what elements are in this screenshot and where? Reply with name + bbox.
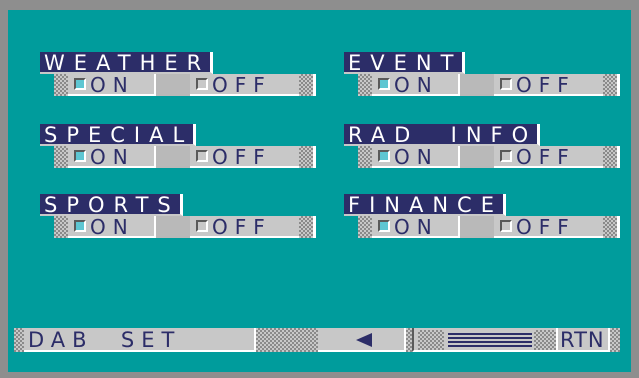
event-title: EVENT <box>344 52 466 74</box>
special-off-option[interactable]: OFF <box>190 146 302 168</box>
rad-info-toggle: ON OFF <box>358 146 620 168</box>
toggle-edge-left <box>358 146 372 168</box>
rad-info-off-option[interactable]: OFF <box>494 146 606 168</box>
sports-group: SPORTS ON OFF <box>40 194 330 264</box>
bottom-bar: DAB SET RTN <box>14 328 624 352</box>
slider-line <box>448 341 532 343</box>
dab-set-screen: WEATHER ON OFF EVENT ON OFF SPECIAL ON O… <box>8 10 631 372</box>
toggle-gap <box>156 146 190 168</box>
checkbox-empty-icon <box>500 220 512 232</box>
finance-title: FINANCE <box>344 194 506 216</box>
toggle-edge-left <box>54 74 68 96</box>
on-label: ON <box>90 145 135 169</box>
slider-end <box>534 330 556 350</box>
toggle-edge-right <box>299 146 316 168</box>
weather-group: WEATHER ON OFF <box>40 52 330 122</box>
toggle-edge-right <box>603 216 620 238</box>
weather-off-option[interactable]: OFF <box>190 74 302 96</box>
checkbox-empty-icon <box>196 220 208 232</box>
finance-group: FINANCE ON OFF <box>344 194 634 264</box>
slider-icon <box>448 333 532 335</box>
checkbox-empty-icon <box>196 150 208 162</box>
checkbox-checked-icon <box>74 150 86 162</box>
on-label: ON <box>90 215 135 239</box>
toggle-edge-right <box>299 216 316 238</box>
toggle-edge-right <box>603 74 620 96</box>
slider-line <box>448 337 532 339</box>
checkbox-checked-icon <box>74 220 86 232</box>
special-on-option[interactable]: ON <box>68 146 156 168</box>
event-on-option[interactable]: ON <box>372 74 460 96</box>
sports-toggle: ON OFF <box>54 216 316 238</box>
checkbox-empty-icon <box>500 150 512 162</box>
toggle-edge-right <box>603 146 620 168</box>
slider-line <box>448 345 532 347</box>
finance-toggle: ON OFF <box>358 216 620 238</box>
finance-off-option[interactable]: OFF <box>494 216 606 238</box>
special-group: SPECIAL ON OFF <box>40 124 330 194</box>
off-label: OFF <box>212 215 272 239</box>
return-button[interactable]: RTN <box>558 328 610 352</box>
sports-on-option[interactable]: ON <box>68 216 156 238</box>
off-label: OFF <box>212 145 272 169</box>
off-label: OFF <box>516 145 576 169</box>
sports-title: SPORTS <box>40 194 183 216</box>
finance-on-option[interactable]: ON <box>372 216 460 238</box>
checkbox-empty-icon <box>196 78 208 90</box>
special-title: SPECIAL <box>40 124 197 146</box>
rad-info-on-option[interactable]: ON <box>372 146 460 168</box>
bar-edge-right <box>610 328 620 352</box>
screen-title-panel: DAB SET <box>24 328 256 352</box>
level-slider[interactable] <box>412 328 558 352</box>
toggle-gap <box>460 146 494 168</box>
event-group: EVENT ON OFF <box>344 52 634 122</box>
bar-filler <box>256 328 318 352</box>
checkbox-checked-icon <box>378 150 390 162</box>
checkbox-checked-icon <box>378 78 390 90</box>
bar-edge-left <box>14 328 24 352</box>
event-off-option[interactable]: OFF <box>494 74 606 96</box>
toggle-gap <box>460 74 494 96</box>
event-toggle: ON OFF <box>358 74 620 96</box>
checkbox-checked-icon <box>378 220 390 232</box>
on-label: ON <box>394 145 439 169</box>
off-label: OFF <box>516 73 576 97</box>
off-label: OFF <box>212 73 272 97</box>
on-label: ON <box>394 215 439 239</box>
checkbox-checked-icon <box>74 78 86 90</box>
checkbox-empty-icon <box>500 78 512 90</box>
on-label: ON <box>394 73 439 97</box>
toggle-gap <box>156 74 190 96</box>
toggle-gap <box>460 216 494 238</box>
back-button[interactable] <box>318 328 406 352</box>
toggle-edge-left <box>358 216 372 238</box>
special-toggle: ON OFF <box>54 146 316 168</box>
sports-off-option[interactable]: OFF <box>190 216 302 238</box>
weather-on-option[interactable]: ON <box>68 74 156 96</box>
slider-knob <box>418 330 444 350</box>
rad-info-title: RAD INFO <box>344 124 541 146</box>
weather-toggle: ON OFF <box>54 74 316 96</box>
return-label: RTN <box>560 328 605 352</box>
toggle-edge-right <box>299 74 316 96</box>
off-label: OFF <box>516 215 576 239</box>
on-label: ON <box>90 73 135 97</box>
toggle-edge-left <box>54 216 68 238</box>
screen-title: DAB SET <box>28 328 182 352</box>
toggle-edge-left <box>54 146 68 168</box>
rad-info-group: RAD INFO ON OFF <box>344 124 634 194</box>
weather-title: WEATHER <box>40 52 214 74</box>
toggle-gap <box>156 216 190 238</box>
left-arrow-icon <box>356 333 372 347</box>
toggle-edge-left <box>358 74 372 96</box>
